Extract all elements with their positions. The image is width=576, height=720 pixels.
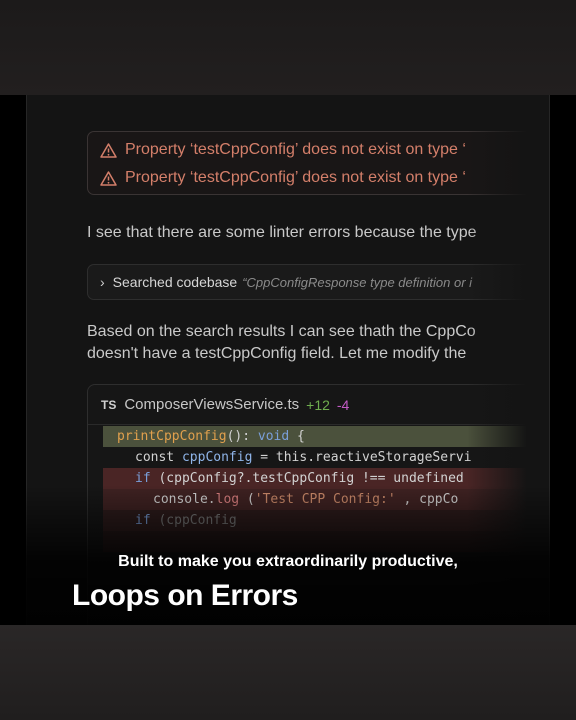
code-token: 'Test CPP Config:'	[254, 492, 396, 507]
code-token: (	[239, 492, 255, 507]
code-token: console.	[153, 492, 216, 507]
warning-icon	[100, 142, 117, 158]
code-token: if	[135, 471, 159, 486]
code-token: , cppCo	[395, 492, 459, 507]
lines-added: +12	[306, 396, 330, 413]
linter-error-row[interactable]: Property ‘testCppConfig’ does not exist …	[100, 167, 466, 189]
code-line-removed	[103, 531, 527, 552]
code-token: if	[135, 513, 159, 528]
code-line-removed: if (cppConfig	[103, 510, 527, 531]
chevron-right-icon: ›	[100, 274, 105, 290]
letterbox-bottom	[0, 625, 576, 720]
letterbox-top	[0, 0, 576, 95]
code-token: (cppConfig	[158, 513, 237, 528]
code-token: ():	[226, 429, 258, 444]
code-diff-header[interactable]: TS ComposerViewsService.ts +12 -4	[88, 385, 527, 425]
search-label: Searched codebase	[112, 274, 238, 290]
code-token: cppConfig	[181, 450, 253, 465]
code-token: void	[257, 429, 290, 444]
video-frame: Property ‘testCppConfig’ does not exist …	[0, 95, 576, 625]
caption-subtitle: Built to make you extraordinarily produc…	[118, 553, 458, 570]
assistant-message-2-line1: Based on the search results I can see th…	[87, 323, 476, 340]
lines-removed: -4	[336, 396, 350, 413]
searched-codebase-toggle[interactable]: › Searched codebase “CppConfigResponse t…	[87, 264, 527, 300]
code-token: printCppConfig	[117, 429, 227, 444]
chat-content: Property ‘testCppConfig’ does not exist …	[87, 95, 527, 625]
assistant-message-1: I see that there are some linter errors …	[87, 224, 477, 241]
code-token: {	[289, 429, 305, 444]
code-token: = this.reactiveStorageServi	[252, 450, 472, 465]
code-line-removed: console.log ('Test CPP Config:' , cppCo	[103, 489, 527, 510]
assistant-message-2-line2: doesn't have a testCppConfig field. Let …	[87, 345, 467, 362]
code-token: const	[135, 450, 182, 465]
code-token: (cppConfig?.testCppConfig !== undefined	[158, 471, 464, 486]
code-token: log	[215, 492, 240, 507]
linter-error-text: Property ‘testCppConfig’ does not exist …	[125, 169, 466, 186]
chat-panel: Property ‘testCppConfig’ does not exist …	[26, 95, 550, 625]
file-name[interactable]: ComposerViewsService.ts	[124, 396, 299, 413]
linter-error-text: Property ‘testCppConfig’ does not exist …	[125, 141, 466, 158]
search-query: “CppConfigResponse type definition or i	[242, 274, 473, 290]
caption-title: Loops on Errors	[72, 579, 298, 612]
linter-errors-box: Property ‘testCppConfig’ does not exist …	[87, 131, 527, 195]
typescript-icon: TS	[101, 397, 117, 412]
warning-icon	[100, 170, 117, 186]
linter-error-row[interactable]: Property ‘testCppConfig’ does not exist …	[100, 139, 466, 161]
code-line: const cppConfig = this.reactiveStorageSe…	[103, 447, 527, 468]
code-line-removed: if (cppConfig?.testCppConfig !== undefin…	[103, 468, 527, 489]
code-line-added: printCppConfig(): void {	[103, 426, 527, 447]
